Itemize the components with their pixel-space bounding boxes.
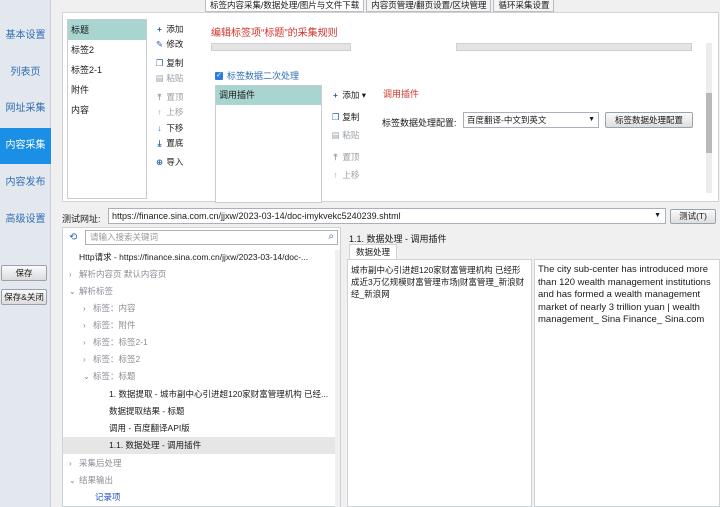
move-up-button[interactable]: ↑ 上移 [155,106,183,118]
import-button[interactable]: ⊕ 导入 [155,156,183,168]
checkbox-checked-icon: ✓ [215,71,223,80]
checkbox-label: 标签数据二次处理 [227,71,300,81]
plugin-list[interactable]: 调用插件 [215,85,322,203]
chevron-down-icon: ▼ [588,116,595,123]
tag-item[interactable]: 标签2 [68,40,146,60]
rule-title: 编辑标签项“标题”的采集规则 [211,28,338,39]
debug-tree-panel: ⟲ 请输入搜索关键词 ⌕ Http请求 - https://finance.si… [62,227,341,507]
dropdown-arrow-icon: ▾ [361,90,367,100]
copy-plugin-button[interactable]: ❐ 复制 [331,111,360,123]
tab-loop-collect[interactable]: 循环采集设置 [493,0,555,12]
list-item[interactable]: 调用插件 [216,86,321,105]
rule-config-panel: 标题 标签2 标签2-1 附件 内容 + 添加 ✎ 修改 ❐ 复制 ▤ 粘贴 ⤒… [62,12,719,203]
vertical-scrollbar[interactable] [706,43,712,193]
paste-icon: ▤ [331,130,340,140]
plus-icon: + [157,24,162,34]
copy-icon: ❐ [331,112,340,122]
tree-search-input[interactable]: 请输入搜索关键词 ⌕ [85,230,338,245]
tree-row-selected[interactable]: 1.1. 数据处理 - 调用插件 [63,437,335,454]
chevron-right-icon: › [69,459,72,468]
tree-row[interactable]: › 解析内容页 默认内容页 [63,266,340,283]
tag-item[interactable]: 标签2-1 [68,60,146,80]
arrow-bottom-icon: ⤓ [157,138,162,148]
tree-row[interactable]: Http请求 - https://finance.sina.com.cn/jjx… [63,249,340,266]
tree-row[interactable]: › 采集后处理 [63,455,340,472]
chevron-down-icon: ▼ [654,212,661,219]
plugin-heading: 调用插件 [383,89,420,99]
tab-bar: 标签内容采集/数据处理/图片与文件下载 内容页管理/翻页设置/区块管理 循环采集… [205,0,556,12]
search-icon[interactable]: ⌕ [328,230,334,243]
paste-icon: ▤ [155,73,164,83]
move-bottom-button[interactable]: ⤓ 置底 [155,137,184,149]
import-icon: ⊕ [155,157,164,167]
nav-content-publish[interactable]: 内容发布 [0,165,51,201]
tree-row[interactable]: 1. 数据提取 - 城市副中心引进超120家财富管理机构 已经... [63,386,340,403]
paste-tag-button[interactable]: ▤ 粘贴 [155,72,183,84]
scroll-track[interactable] [211,43,351,51]
arrow-top-icon: ⤒ [333,152,338,162]
test-button[interactable]: 测试(T) [670,209,716,224]
result-input-text: 城市副中心引进超120家财富管理机构 已经形成近3万亿规模财富管理市场|财富管理… [347,259,532,507]
move-top-button[interactable]: ⤒ 置顶 [155,91,184,103]
left-nav: 基本设置 列表页 网址采集 内容采集 内容发布 高级设置 保存 保存&关闭 [0,0,51,507]
process-config-select[interactable]: 百度翻译-中文到英文 ▼ [463,112,599,128]
test-url-label: 测试网址: [62,214,101,224]
plugin-move-top-button[interactable]: ⤒ 置顶 [331,151,360,163]
nav-basic-settings[interactable]: 基本设置 [0,18,51,54]
refresh-icon[interactable]: ⟲ [69,232,77,243]
tree-row[interactable]: 记录项 [63,489,340,506]
edit-tag-button[interactable]: ✎ 修改 [155,38,183,50]
scroll-track[interactable] [456,43,692,51]
arrow-down-icon: ↓ [157,123,162,133]
move-down-button[interactable]: ↓ 下移 [155,122,183,134]
secondary-process-checkbox[interactable]: ✓ 标签数据二次处理 [215,69,299,82]
nav-url-collect[interactable]: 网址采集 [0,91,51,127]
save-close-button[interactable]: 保存&关闭 [1,289,47,305]
arrow-up-icon: ↑ [157,107,162,117]
tag-item[interactable]: 标题 [68,20,146,40]
tree-row[interactable]: 数据提取结果 - 标题 [63,403,340,420]
copy-tag-button[interactable]: ❐ 复制 [155,57,184,69]
chevron-right-icon: › [69,270,72,279]
result-output-text: The city sub-center has introduced more … [534,259,720,507]
tab-tag-content[interactable]: 标签内容采集/数据处理/图片与文件下载 [205,0,365,12]
chevron-right-icon: › [83,338,86,347]
chevron-down-icon: ⌄ [69,476,76,485]
test-url-input[interactable]: https://finance.sina.com.cn/jjxw/2023-03… [108,208,666,224]
tree-row[interactable]: › 标签：标签2-1 [63,334,340,351]
chevron-down-icon: ⌄ [83,372,90,381]
plugin-move-up-button[interactable]: ↑ 上移 [331,169,359,181]
chevron-right-icon: › [83,304,86,313]
tree-row[interactable]: ⌄ 解析标签 [63,283,340,300]
tree-row[interactable]: ⌄ 标签：标题 [63,368,340,385]
save-button[interactable]: 保存 [1,265,47,281]
tree-row[interactable]: › 标签：标签2 [63,351,340,368]
tag-list[interactable]: 标题 标签2 标签2-1 附件 内容 [67,19,147,199]
tab-data-process[interactable]: 数据处理 [349,244,397,259]
chevron-right-icon: › [83,355,86,364]
tree-row[interactable]: › 标签：内容 [63,300,340,317]
tree-row[interactable]: ⌄ 结果输出 [63,472,340,489]
nav-list-page[interactable]: 列表页 [0,55,51,91]
copy-icon: ❐ [155,58,164,68]
arrow-up-icon: ↑ [333,170,338,180]
add-plugin-button[interactable]: + 添加 ▾ [331,89,366,101]
chevron-right-icon: › [83,321,86,330]
process-config-button[interactable]: 标签数据处理配置 [605,112,693,128]
config-label: 标签数据处理配置: [382,118,457,128]
tree-scrollbar[interactable] [335,250,340,507]
tab-content-page[interactable]: 内容页管理/翻页设置/区块管理 [366,0,492,12]
chevron-down-icon: ⌄ [69,287,76,296]
tag-item[interactable]: 内容 [68,100,146,120]
pencil-icon: ✎ [155,39,164,49]
paste-plugin-button[interactable]: ▤ 粘贴 [331,129,359,141]
tree-row[interactable]: 调用 - 百度翻译API版 [63,420,340,437]
arrow-top-icon: ⤒ [157,92,162,102]
add-tag-button[interactable]: + 添加 [155,23,183,35]
nav-advanced-settings[interactable]: 高级设置 [0,202,51,238]
nav-content-collect[interactable]: 内容采集 [0,128,51,164]
plus-icon: + [333,90,338,100]
tag-item[interactable]: 附件 [68,80,146,100]
tree-row[interactable]: › 标签：附件 [63,317,340,334]
